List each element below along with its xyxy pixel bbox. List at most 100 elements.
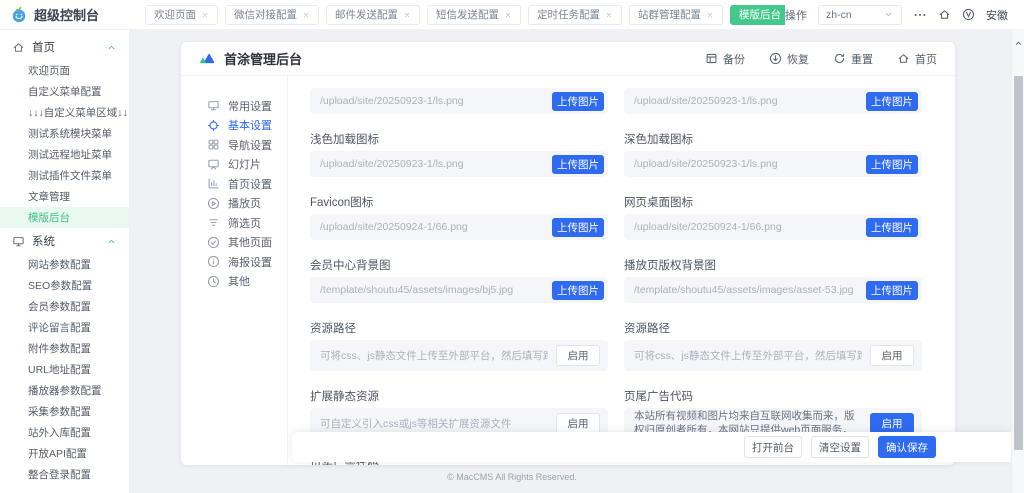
reset-button[interactable]: 重置 <box>833 51 873 67</box>
open-frontend-button[interactable]: 打开前台 <box>744 436 802 458</box>
panel-menu-item[interactable]: 播放页 <box>181 194 287 214</box>
sidebar-item[interactable]: SEO参数配置 <box>0 275 129 296</box>
sidebar-section-system[interactable]: 系统 <box>0 228 129 254</box>
tab-bar: 欢迎页面 微信对接配置 邮件发送配置 短信发送配置 定时任务配置 站群管理配置 模版后台 <box>130 4 785 25</box>
sidebar-item[interactable]: 测试系统模块菜单 <box>0 123 129 144</box>
tab[interactable]: 微信对接配置 <box>225 4 319 25</box>
upload-button[interactable]: 上传图片 <box>552 280 604 300</box>
tab[interactable]: 邮件发送配置 <box>326 4 420 25</box>
form-field: /upload/site/20250923-1/ls.png 上传图片 <box>310 88 608 114</box>
sidebar-item[interactable]: 播放器参数配置 <box>0 380 129 401</box>
sidebar-item[interactable]: 网站参数配置 <box>0 254 129 275</box>
tab[interactable]: 欢迎页面 <box>145 4 218 25</box>
tab-close-icon[interactable] <box>201 11 209 19</box>
field-label: Favicon图标 <box>310 197 374 209</box>
brand: 超级控制台 <box>0 5 130 24</box>
sidebar-item[interactable]: 采集参数配置 <box>0 401 129 422</box>
panel-menu-item[interactable]: 海报设置 <box>181 252 287 272</box>
enable-input[interactable]: 可将css、js静态文件上传至外部平台，然后填写路径 启用 <box>310 340 608 371</box>
panel-menu-item[interactable]: 基本设置 <box>181 116 287 136</box>
info-icon <box>207 255 220 268</box>
enable-input[interactable]: 可将css、js静态文件上传至外部平台，然后填写路径 启用 <box>624 340 922 371</box>
upload-path-input[interactable]: /upload/site/20250923-1/ls.png 上传图片 <box>310 151 608 177</box>
panel-body: 常用设置 基本设置 导航设置 幻灯片 首页设置 播放页 筛选页其他页面海报设置 其他 /upl… <box>181 76 955 465</box>
tab-close-icon[interactable] <box>605 11 613 19</box>
confirm-save-button[interactable]: 确认保存 <box>878 436 936 458</box>
tab-close-icon[interactable] <box>302 11 310 19</box>
upload-button[interactable]: 上传图片 <box>866 280 918 300</box>
tab-label: 站群管理配置 <box>638 9 701 21</box>
tab-close-icon[interactable] <box>403 11 411 19</box>
sidebar-item[interactable]: URL地址配置 <box>0 359 129 380</box>
sidebar-item[interactable]: 欢迎页面 <box>0 60 129 81</box>
username[interactable]: 安徽 <box>986 7 1008 23</box>
panel-menu-item[interactable]: 导航设置 <box>181 135 287 155</box>
panel-menu-item[interactable]: 常用设置 <box>181 96 287 116</box>
upload-path-input[interactable]: /upload/site/20250923-1/ls.png 上传图片 <box>624 88 922 114</box>
restore-button[interactable]: 恢复 <box>769 51 809 67</box>
upload-button[interactable]: 上传图片 <box>866 91 918 111</box>
upload-button[interactable]: 上传图片 <box>866 217 918 237</box>
sidebar-item[interactable]: 会员参数配置 <box>0 296 129 317</box>
tab[interactable]: 定时任务配置 <box>528 4 622 25</box>
sidebar-item[interactable]: ↓↓↓自定义菜单区域↓↓↓ <box>0 102 129 123</box>
panel-menu-item[interactable]: 其他页面 <box>181 233 287 253</box>
field-label: 会员中心背景图 <box>310 260 391 272</box>
form-field: 资源路径 可将css、js静态文件上传至外部平台，然后填写路径 启用 <box>310 320 608 371</box>
tab[interactable]: 模版后台 <box>730 4 785 25</box>
panel-menu: 常用设置 基本设置 导航设置 幻灯片 首页设置 播放页 筛选页其他页面海报设置 其他 <box>181 76 288 465</box>
panel-menu-item[interactable]: 首页设置 <box>181 174 287 194</box>
tab[interactable]: 站群管理配置 <box>629 4 723 25</box>
home-icon <box>897 52 910 65</box>
panel-menu-item[interactable]: 幻灯片 <box>181 155 287 175</box>
tab-close-icon[interactable] <box>504 11 512 19</box>
upload-button[interactable]: 上传图片 <box>552 91 604 111</box>
field-value: /upload/site/20250923-1/ls.png <box>320 95 464 107</box>
form-field: 会员中心背景图/template/shoutu45/assets/images/… <box>310 257 608 303</box>
enable-button[interactable]: 启用 <box>556 345 600 366</box>
sidebar-item[interactable]: 站外入库配置 <box>0 422 129 443</box>
enable-button[interactable]: 启用 <box>556 413 600 434</box>
home-icon[interactable] <box>938 8 951 21</box>
upload-path-input[interactable]: /upload/site/20250924-1/66.png 上传图片 <box>310 214 608 240</box>
sidebar-item[interactable]: 模版后台 <box>0 207 129 228</box>
enable-button[interactable]: 启用 <box>870 413 914 434</box>
upload-button[interactable]: 上传图片 <box>552 154 604 174</box>
sidebar-item[interactable]: 测试插件文件菜单 <box>0 165 129 186</box>
tab-label: 模版后台 <box>739 9 781 21</box>
sidebar-item[interactable]: 开放API配置 <box>0 443 129 464</box>
upload-path-input[interactable]: /upload/site/20250923-1/ls.png 上传图片 <box>624 151 922 177</box>
slides-icon <box>207 158 220 171</box>
tab-close-icon[interactable] <box>706 11 714 19</box>
upload-path-input[interactable]: /upload/site/20250923-1/ls.png 上传图片 <box>310 88 608 114</box>
home-icon <box>12 41 25 54</box>
upload-path-input[interactable]: /upload/site/20250924-1/66.png 上传图片 <box>624 214 922 240</box>
more-icon[interactable] <box>913 8 927 22</box>
scroll-up-icon[interactable] <box>1015 40 1022 47</box>
sidebar-section-home[interactable]: 首页 <box>0 34 129 60</box>
panel-menu-item[interactable]: 其他 <box>181 272 287 292</box>
upload-button[interactable]: 上传图片 <box>552 217 604 237</box>
field-label: 扩展静态资源 <box>310 391 379 403</box>
sidebar-item[interactable]: 测试远程地址菜单 <box>0 144 129 165</box>
panel-menu-item[interactable]: 筛选页 <box>181 213 287 233</box>
panel-menu-label: 其他页面 <box>228 237 272 250</box>
sidebar-item[interactable]: 附件参数配置 <box>0 338 129 359</box>
main-area: 首涂管理后台 备份 恢复 重置 首页 常用设置 基本设置 导航设置 幻灯片 首页设置 播放页 筛选… <box>130 30 1024 493</box>
sidebar-item[interactable]: 文章管理 <box>0 186 129 207</box>
sidebar-item[interactable]: 整合登录配置 <box>0 464 129 485</box>
upload-path-input[interactable]: /template/shoutu45/assets/images/asset-5… <box>624 277 922 303</box>
scrollbar-thumb[interactable] <box>1014 76 1023 450</box>
language-select[interactable]: zh-cn <box>818 4 902 25</box>
enable-button[interactable]: 启用 <box>870 345 914 366</box>
page-scrollbar[interactable] <box>1011 30 1024 493</box>
clear-settings-button[interactable]: 清空设置 <box>811 436 869 458</box>
home-button[interactable]: 首页 <box>897 51 937 67</box>
upload-path-input[interactable]: /template/shoutu45/assets/images/bj5.jpg… <box>310 277 608 303</box>
backup-button[interactable]: 备份 <box>705 51 745 67</box>
upload-button[interactable]: 上传图片 <box>866 154 918 174</box>
sidebar-item[interactable]: 自定义菜单配置 <box>0 81 129 102</box>
sidebar-item[interactable]: 评论留言配置 <box>0 317 129 338</box>
tab[interactable]: 短信发送配置 <box>427 4 521 25</box>
version-icon[interactable] <box>962 8 975 21</box>
